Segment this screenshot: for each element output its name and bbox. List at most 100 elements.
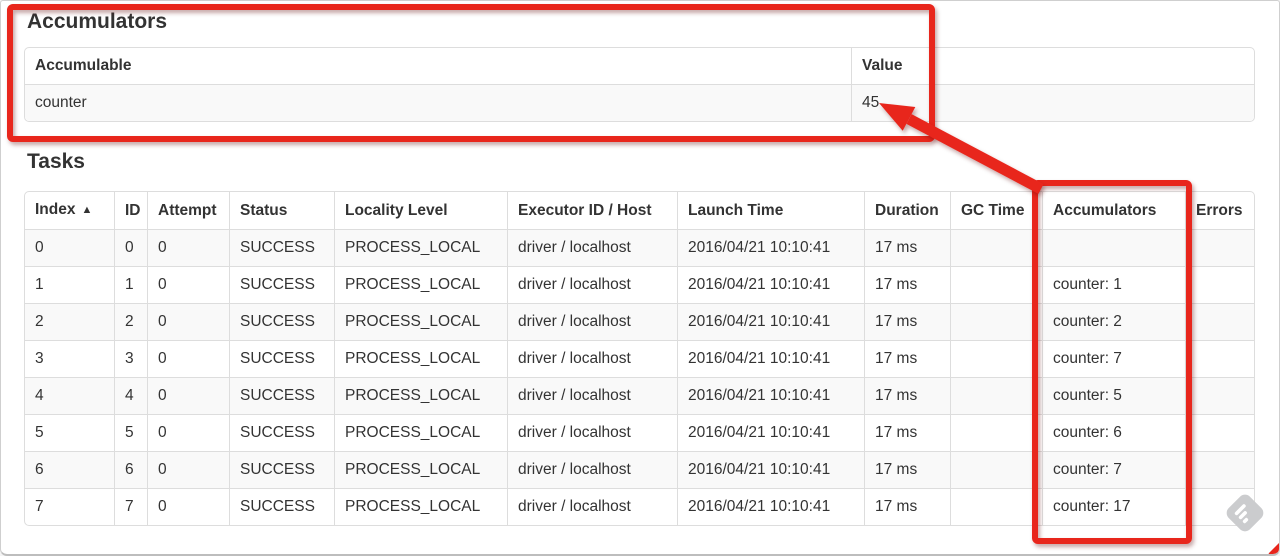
cell-gc-time xyxy=(950,303,1042,340)
cell-accumulators: counter: 2 xyxy=(1042,303,1185,340)
launch-time-column-header[interactable]: Launch Time xyxy=(677,192,864,229)
cell-duration: 17 ms xyxy=(864,266,950,303)
cell-launch-time: 2016/04/21 10:10:41 xyxy=(677,488,864,525)
cell-executor-id-host: driver / localhost xyxy=(507,488,677,525)
cell-errors xyxy=(1185,229,1254,266)
cell-duration: 17 ms xyxy=(864,340,950,377)
cell-accumulable: counter xyxy=(25,84,851,121)
cell-attempt: 0 xyxy=(147,266,229,303)
index-column-header[interactable]: Index ▲ xyxy=(25,192,114,229)
cell-gc-time xyxy=(950,266,1042,303)
cell-status: SUCCESS xyxy=(229,266,334,303)
sort-ascending-icon: ▲ xyxy=(81,204,93,216)
cell-index: 7 xyxy=(25,488,114,525)
table-row: 0 0 0 SUCCESS PROCESS_LOCAL driver / loc… xyxy=(25,229,1254,266)
cell-id: 3 xyxy=(114,340,147,377)
cell-duration: 17 ms xyxy=(864,451,950,488)
cell-gc-time xyxy=(950,340,1042,377)
cell-index: 4 xyxy=(25,377,114,414)
accumulator-row: counter 45 xyxy=(25,84,1254,121)
id-column-header[interactable]: ID xyxy=(114,192,147,229)
cell-duration: 17 ms xyxy=(864,414,950,451)
cell-value: 45 xyxy=(851,84,1254,121)
cell-duration: 17 ms xyxy=(864,303,950,340)
table-row: 4 4 0 SUCCESS PROCESS_LOCAL driver / loc… xyxy=(25,377,1254,414)
cell-errors xyxy=(1185,488,1254,525)
cell-accumulators: counter: 1 xyxy=(1042,266,1185,303)
cell-launch-time: 2016/04/21 10:10:41 xyxy=(677,303,864,340)
table-row: 5 5 0 SUCCESS PROCESS_LOCAL driver / loc… xyxy=(25,414,1254,451)
cell-accumulators: counter: 7 xyxy=(1042,340,1185,377)
cell-launch-time: 2016/04/21 10:10:41 xyxy=(677,229,864,266)
executor-id-host-column-header[interactable]: Executor ID / Host xyxy=(507,192,677,229)
table-row: 6 6 0 SUCCESS PROCESS_LOCAL driver / loc… xyxy=(25,451,1254,488)
cell-gc-time xyxy=(950,377,1042,414)
table-row: 3 3 0 SUCCESS PROCESS_LOCAL driver / loc… xyxy=(25,340,1254,377)
cell-id: 7 xyxy=(114,488,147,525)
locality-level-column-header[interactable]: Locality Level xyxy=(334,192,507,229)
spark-stage-page: Accumulators Accumulable Value counter 4… xyxy=(0,0,1280,556)
cell-id: 4 xyxy=(114,377,147,414)
cell-index: 0 xyxy=(25,229,114,266)
cell-executor-id-host: driver / localhost xyxy=(507,229,677,266)
cell-executor-id-host: driver / localhost xyxy=(507,451,677,488)
cell-status: SUCCESS xyxy=(229,488,334,525)
cell-attempt: 0 xyxy=(147,340,229,377)
accumulators-header-row: Accumulable Value xyxy=(25,48,1254,84)
cell-locality-level: PROCESS_LOCAL xyxy=(334,266,507,303)
cell-locality-level: PROCESS_LOCAL xyxy=(334,451,507,488)
tasks-header-row: Index ▲ ID Attempt Status Locality Level … xyxy=(25,192,1254,229)
cell-duration: 17 ms xyxy=(864,377,950,414)
cell-locality-level: PROCESS_LOCAL xyxy=(334,488,507,525)
cell-attempt: 0 xyxy=(147,377,229,414)
tasks-section-heading: Tasks xyxy=(27,150,85,173)
cell-locality-level: PROCESS_LOCAL xyxy=(334,340,507,377)
duration-column-header[interactable]: Duration xyxy=(864,192,950,229)
cell-status: SUCCESS xyxy=(229,451,334,488)
cell-accumulators: counter: 5 xyxy=(1042,377,1185,414)
cell-accumulators xyxy=(1042,229,1185,266)
cell-locality-level: PROCESS_LOCAL xyxy=(334,414,507,451)
cell-gc-time xyxy=(950,488,1042,525)
gc-time-column-header[interactable]: GC Time xyxy=(950,192,1042,229)
table-row: 2 2 0 SUCCESS PROCESS_LOCAL driver / loc… xyxy=(25,303,1254,340)
cell-launch-time: 2016/04/21 10:10:41 xyxy=(677,340,864,377)
cell-errors xyxy=(1185,414,1254,451)
accumulators-table: Accumulable Value counter 45 xyxy=(24,47,1255,122)
cell-accumulators: counter: 17 xyxy=(1042,488,1185,525)
annotation-corner-mark xyxy=(1268,543,1279,554)
cell-index: 1 xyxy=(25,266,114,303)
cell-id: 5 xyxy=(114,414,147,451)
cell-gc-time xyxy=(950,414,1042,451)
cell-id: 6 xyxy=(114,451,147,488)
cell-id: 2 xyxy=(114,303,147,340)
cell-executor-id-host: driver / localhost xyxy=(507,414,677,451)
cell-id: 1 xyxy=(114,266,147,303)
accumulators-section-heading: Accumulators xyxy=(27,10,168,33)
cell-locality-level: PROCESS_LOCAL xyxy=(334,377,507,414)
cell-status: SUCCESS xyxy=(229,377,334,414)
cell-launch-time: 2016/04/21 10:10:41 xyxy=(677,451,864,488)
cell-gc-time xyxy=(950,229,1042,266)
errors-column-header[interactable]: Errors xyxy=(1185,192,1254,229)
table-row: 7 7 0 SUCCESS PROCESS_LOCAL driver / loc… xyxy=(25,488,1254,525)
tasks-table: Index ▲ ID Attempt Status Locality Level … xyxy=(24,191,1255,526)
cell-errors xyxy=(1185,377,1254,414)
cell-launch-time: 2016/04/21 10:10:41 xyxy=(677,414,864,451)
cell-duration: 17 ms xyxy=(864,229,950,266)
attempt-column-header[interactable]: Attempt xyxy=(147,192,229,229)
cell-errors xyxy=(1185,451,1254,488)
value-column-header: Value xyxy=(851,48,1254,84)
cell-gc-time xyxy=(950,451,1042,488)
cell-id: 0 xyxy=(114,229,147,266)
cell-executor-id-host: driver / localhost xyxy=(507,377,677,414)
cell-status: SUCCESS xyxy=(229,340,334,377)
cell-status: SUCCESS xyxy=(229,303,334,340)
cell-executor-id-host: driver / localhost xyxy=(507,303,677,340)
status-column-header[interactable]: Status xyxy=(229,192,334,229)
cell-errors xyxy=(1185,340,1254,377)
cell-attempt: 0 xyxy=(147,451,229,488)
accumulators-column-header[interactable]: Accumulators xyxy=(1042,192,1185,229)
cell-attempt: 0 xyxy=(147,229,229,266)
cell-executor-id-host: driver / localhost xyxy=(507,266,677,303)
